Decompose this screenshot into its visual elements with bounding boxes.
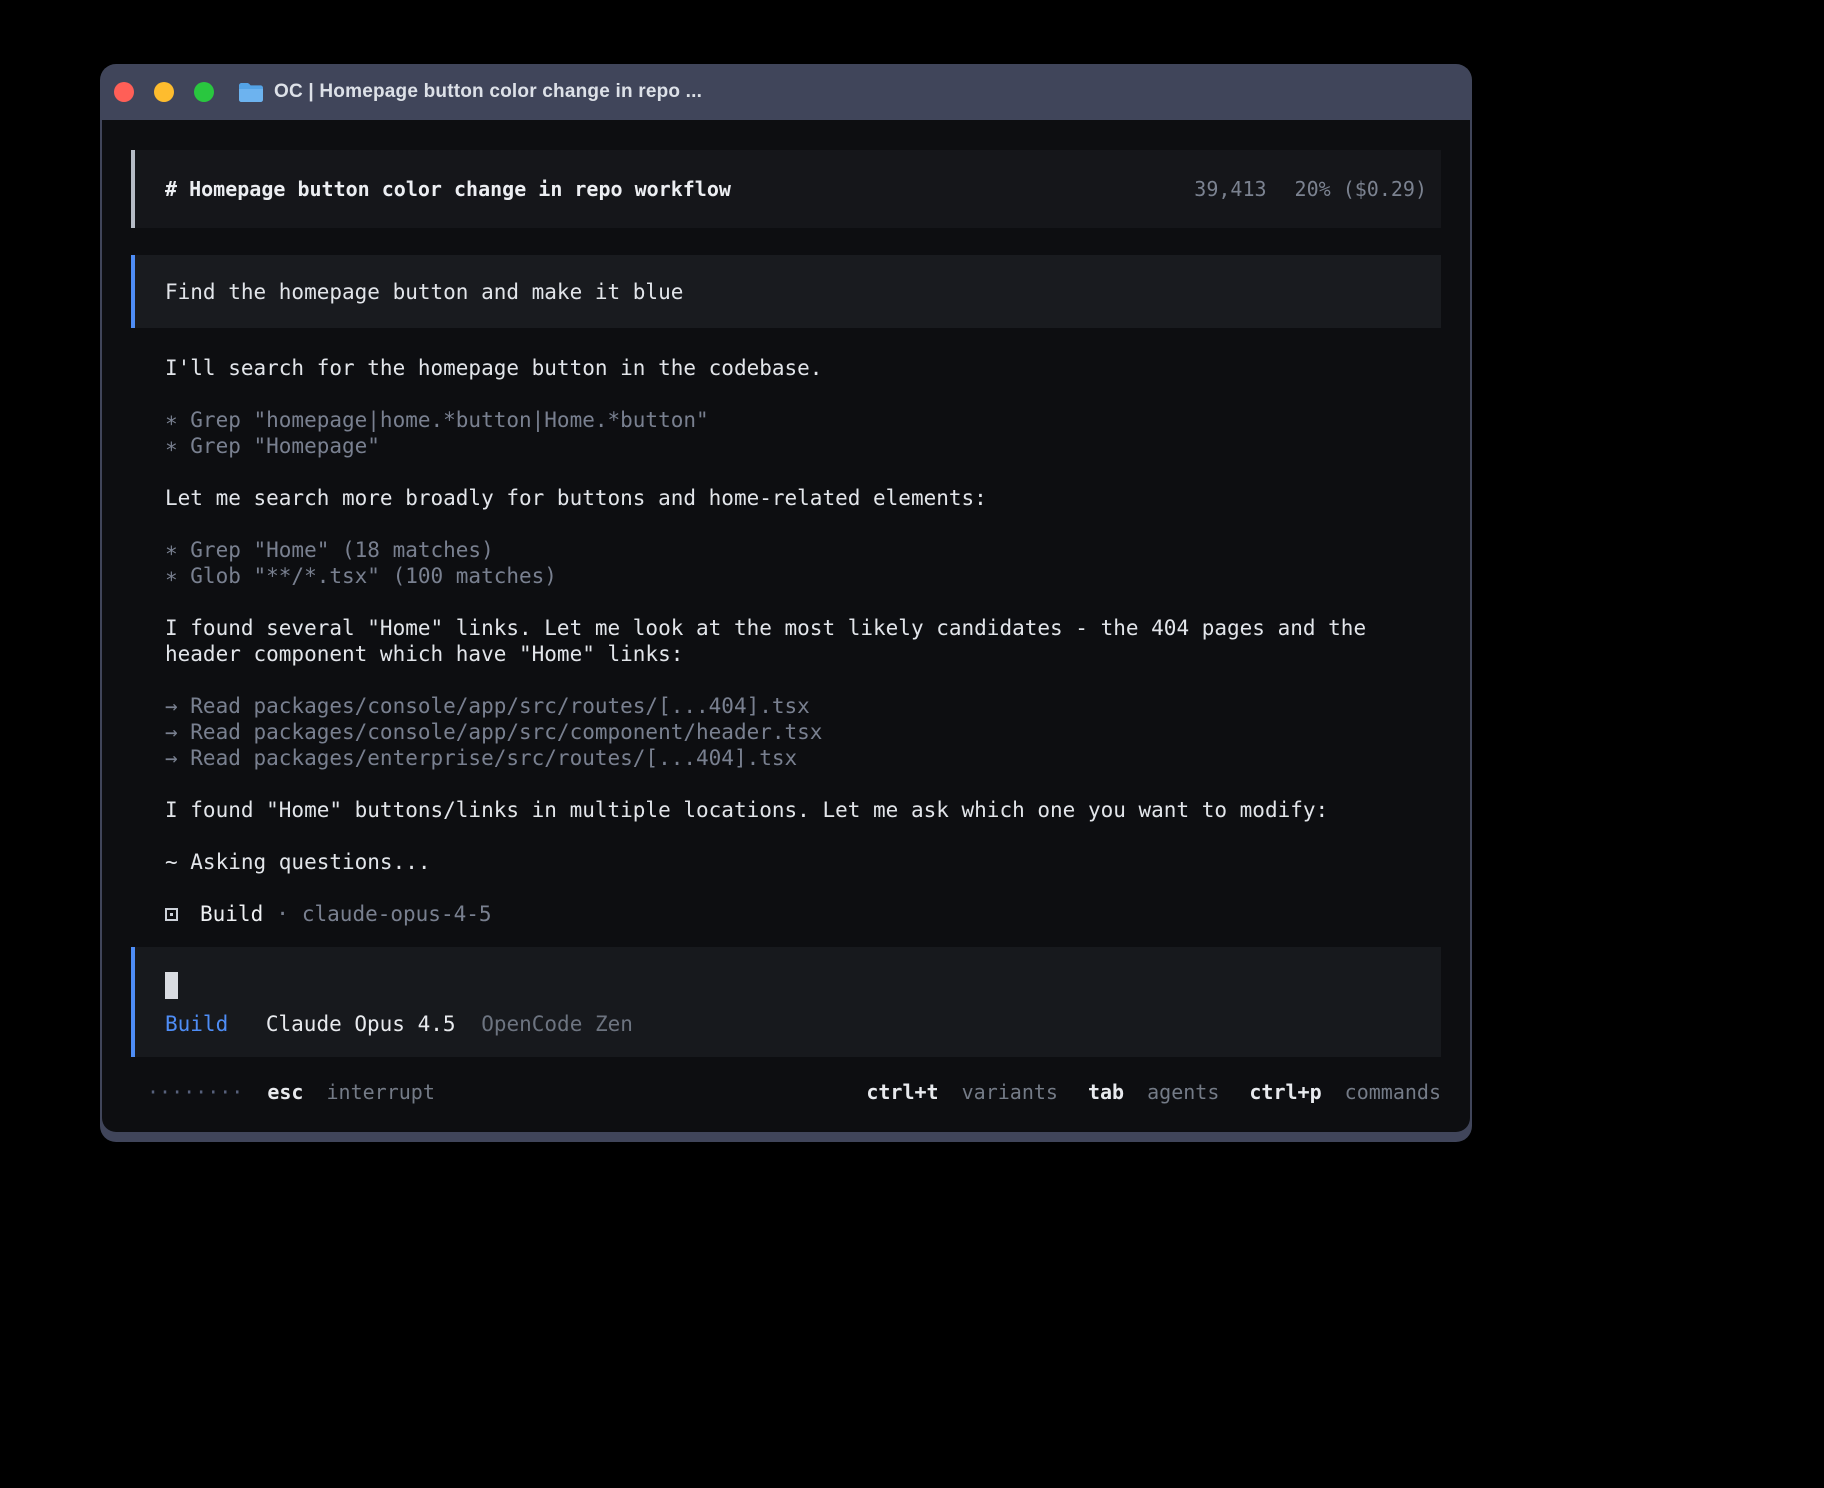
hint-label-agents: agents [1147, 1080, 1219, 1104]
hint-label-commands: commands [1345, 1080, 1441, 1104]
window-title: OC | Homepage button color change in rep… [274, 81, 702, 103]
input-model: Claude Opus 4.5 [266, 1012, 456, 1036]
tool-call-grep: ∗ Grep "Home" (18 matches) [165, 537, 1441, 563]
agent-status-row: Build · claude-opus-4-5 [165, 901, 1441, 927]
minimize-button[interactable] [154, 82, 174, 102]
terminal-window: OC | Homepage button color change in rep… [100, 64, 1472, 1142]
hint-variants: ctrl+t variants [866, 1079, 1058, 1105]
tool-call-grep: ∗ Grep "homepage|home.*button|Home.*butt… [165, 407, 1441, 433]
hint-agents: tab agents [1088, 1079, 1219, 1105]
zoom-button[interactable] [194, 82, 214, 102]
keyboard-hints: ctrl+t variants tab agents ctrl+p comman… [866, 1079, 1441, 1105]
assistant-text: I found several "Home" links. Let me loo… [165, 615, 1405, 667]
input-provider: OpenCode Zen [481, 1012, 633, 1036]
terminal-content: # Homepage button color change in repo w… [102, 120, 1470, 1132]
close-button[interactable] [114, 82, 134, 102]
hint-key-esc: esc [267, 1080, 303, 1104]
assistant-text: I'll search for the homepage button in t… [165, 355, 1405, 381]
folder-icon [238, 82, 264, 103]
status-bar: ········ esc interrupt ctrl+t variants t… [131, 1079, 1441, 1105]
user-message: Find the homepage button and make it blu… [131, 255, 1441, 328]
tool-call-grep: ∗ Grep "Homepage" [165, 433, 1441, 459]
window-controls [114, 82, 214, 102]
session-stats: 39,413 20% ($0.29) [1194, 176, 1427, 202]
assistant-text: Let me search more broadly for buttons a… [165, 485, 1405, 511]
tool-call-glob: ∗ Glob "**/*.tsx" (100 matches) [165, 563, 1441, 589]
square-icon [165, 908, 178, 921]
assistant-text: I found "Home" buttons/links in multiple… [165, 797, 1405, 823]
tool-call-read: → Read packages/console/app/src/routes/[… [165, 693, 1441, 719]
token-count: 39,413 [1194, 176, 1266, 202]
hint-label-variants: variants [962, 1080, 1058, 1104]
hint-key-commands: ctrl+p [1249, 1080, 1321, 1104]
hint-key-variants: ctrl+t [866, 1080, 938, 1104]
text-cursor [165, 972, 178, 999]
assistant-transcript: I'll search for the homepage button in t… [131, 355, 1441, 927]
working-status: ~ Asking questions... [165, 849, 1405, 875]
hint-commands: ctrl+p commands [1249, 1079, 1441, 1105]
spinner-dots: ········ [131, 1079, 243, 1105]
context-usage: 20% ($0.29) [1295, 176, 1427, 202]
tool-call-read: → Read packages/console/app/src/componen… [165, 719, 1441, 745]
agent-model: claude-opus-4-5 [302, 901, 492, 927]
tool-call-read: → Read packages/enterprise/src/routes/[.… [165, 745, 1441, 771]
hint-key-agents: tab [1088, 1080, 1124, 1104]
input-meta: Build Claude Opus 4.5 OpenCode Zen [165, 1011, 1427, 1037]
agent-separator: · [276, 901, 289, 927]
titlebar[interactable]: OC | Homepage button color change in rep… [100, 64, 1472, 120]
input-mode: Build [165, 1012, 228, 1036]
agent-name: Build [200, 901, 263, 927]
session-header: # Homepage button color change in repo w… [131, 150, 1441, 228]
hint-interrupt: esc interrupt [267, 1079, 435, 1105]
prompt-input[interactable]: Build Claude Opus 4.5 OpenCode Zen [131, 947, 1441, 1057]
session-title: # Homepage button color change in repo w… [165, 176, 731, 202]
hint-label-interrupt: interrupt [327, 1080, 435, 1104]
